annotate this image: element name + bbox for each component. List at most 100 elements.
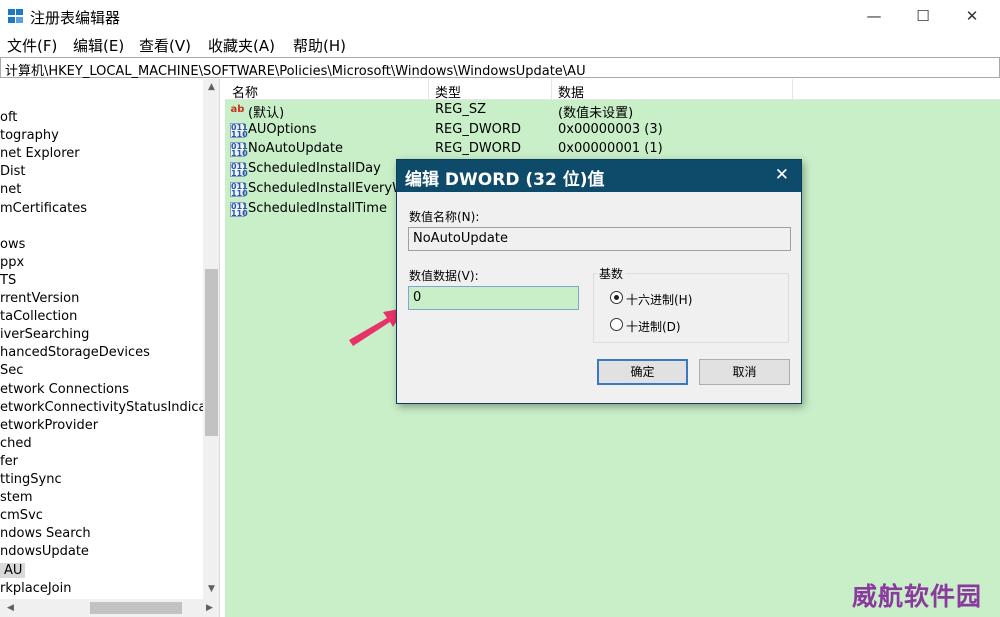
scroll-up-icon[interactable]: ▲ xyxy=(203,82,219,92)
tree-item-label: tography xyxy=(0,128,59,144)
value-name-text: NoAutoUpdate xyxy=(413,231,508,246)
tree-item-label: fer xyxy=(0,453,18,469)
tree-item[interactable]: ndowsUpdate xyxy=(0,543,89,561)
tree-item[interactable]: etworkConnectivityStatusIndicator xyxy=(0,399,220,417)
tree-item-label: etworkConnectivityStatusIndicator xyxy=(0,399,220,415)
dword-value-icon: 011 110 xyxy=(230,181,248,198)
menu-file[interactable]: 文件(F) xyxy=(7,35,57,56)
tree-item[interactable]: AU xyxy=(0,562,26,580)
dword-value-icon: 011 110 xyxy=(230,142,248,159)
tree-item-label: ched xyxy=(0,435,32,451)
column-divider[interactable] xyxy=(792,79,793,100)
title-bar: 注册表编辑器 — ☐ ✕ xyxy=(0,0,1000,32)
window-title: 注册表编辑器 xyxy=(30,9,121,27)
tree-item[interactable]: ows xyxy=(0,236,25,254)
value-data-input[interactable]: 0 xyxy=(408,286,579,310)
tree-hscroll-thumb[interactable] xyxy=(90,602,182,614)
menu-bar: 文件(F) 编辑(E) 查看(V) 收藏夹(A) 帮助(H) xyxy=(0,32,1000,56)
dialog-title: 编辑 DWORD (32 位)值 xyxy=(405,170,605,190)
tree-item[interactable]: TS xyxy=(0,272,16,290)
tree-scroll-thumb[interactable] xyxy=(205,269,218,436)
value-row[interactable]: 011 110 AUOptions REG_DWORD 0x00000003 (3) xyxy=(225,121,1000,141)
tree-item[interactable]: cmSvc xyxy=(0,507,43,525)
tree-horizontal-scrollbar[interactable]: ◀ ▶ xyxy=(0,599,219,617)
close-window-button[interactable]: ✕ xyxy=(948,0,996,32)
column-divider[interactable] xyxy=(428,79,429,100)
edit-dword-dialog: 编辑 DWORD (32 位)值 ✕ 数值名称(N): NoAutoUpdate… xyxy=(396,159,802,404)
column-header-type[interactable]: 类型 xyxy=(435,82,461,101)
tree-item-label: ows xyxy=(0,236,26,252)
tree-item-label: ppx xyxy=(0,254,25,270)
radio-decimal-label[interactable]: 十进制(D) xyxy=(626,318,681,335)
tree-item[interactable]: ttingSync xyxy=(0,471,62,489)
scroll-left-icon[interactable]: ◀ xyxy=(2,603,19,613)
tree-item[interactable]: etwork Connections xyxy=(0,381,129,399)
tree-item[interactable]: Dist xyxy=(0,163,26,181)
tree-item[interactable]: iverSearching xyxy=(0,326,89,344)
value-name: ScheduledInstallEveryWe xyxy=(248,180,413,196)
address-path: 计算机\HKEY_LOCAL_MACHINE\SOFTWARE\Policies… xyxy=(5,64,586,79)
tree-item-label: hancedStorageDevices xyxy=(0,345,150,361)
value-data: 0x00000001 (1) xyxy=(558,141,663,157)
ok-button[interactable]: 确定 xyxy=(597,359,688,385)
column-header-name[interactable]: 名称 xyxy=(232,82,258,101)
tree-item-label: oft xyxy=(0,110,18,125)
tree-item-label: etwork Connections xyxy=(0,381,130,397)
menu-view[interactable]: 查看(V) xyxy=(139,35,191,56)
tree-item[interactable]: etworkProvider xyxy=(0,417,98,435)
tree-item-label: etworkProvider xyxy=(0,417,99,433)
menu-favorites[interactable]: 收藏夹(A) xyxy=(208,35,275,56)
dialog-title-bar: 编辑 DWORD (32 位)值 ✕ xyxy=(397,160,801,192)
maximize-button[interactable]: ☐ xyxy=(899,0,947,32)
tree-item[interactable]: rrentVersion xyxy=(0,290,79,308)
value-row[interactable]: ab (默认) REG_SZ (数值未设置) xyxy=(225,101,1000,121)
tree-item[interactable]: Sec xyxy=(0,362,23,380)
address-bar[interactable]: 计算机\HKEY_LOCAL_MACHINE\SOFTWARE\Policies… xyxy=(0,57,1000,79)
value-type: REG_DWORD xyxy=(435,121,521,137)
watermark: 威航软件园 xyxy=(852,582,983,611)
tree-vertical-scrollbar[interactable]: ▲ ▼ xyxy=(203,79,219,599)
tree-item-label: rrentVersion xyxy=(0,291,80,306)
radio-hex-label[interactable]: 十六进制(H) xyxy=(626,291,692,308)
radio-hex[interactable] xyxy=(610,291,623,304)
tree-item[interactable]: oft xyxy=(0,109,17,127)
tree-item[interactable]: ched xyxy=(0,435,32,453)
tree-item[interactable]: net xyxy=(0,181,21,199)
tree-item[interactable]: mCertificates xyxy=(0,200,87,218)
tree-item[interactable]: tography xyxy=(0,127,59,145)
value-name-field: NoAutoUpdate xyxy=(408,227,791,251)
tree-item[interactable]: rkplaceJoin xyxy=(0,580,72,598)
tree-item[interactable]: net Explorer xyxy=(0,145,80,163)
tree-item-label: Dist xyxy=(0,164,26,180)
scroll-down-icon[interactable]: ▼ xyxy=(203,584,219,594)
minimize-button[interactable]: — xyxy=(850,0,898,32)
column-divider[interactable] xyxy=(551,79,552,100)
tree-item[interactable]: fer xyxy=(0,453,18,471)
tree-item-label: stem xyxy=(0,490,33,506)
menu-help[interactable]: 帮助(H) xyxy=(293,35,346,56)
tree-item[interactable]: ndows Search xyxy=(0,525,91,543)
tree-item-label: ttingSync xyxy=(0,472,62,487)
column-header-data[interactable]: 数据 xyxy=(558,82,584,101)
tree-item[interactable]: ppx xyxy=(0,254,24,272)
tree-item-label: TS xyxy=(0,272,17,288)
value-name: NoAutoUpdate xyxy=(248,141,343,157)
value-name: AUOptions xyxy=(248,121,317,137)
tree-item[interactable]: hancedStorageDevices xyxy=(0,344,150,362)
value-data-text: 0 xyxy=(413,290,422,305)
dword-value-icon: 011 110 xyxy=(230,201,248,218)
scroll-right-icon[interactable]: ▶ xyxy=(201,603,218,613)
tree-item[interactable]: taCollection xyxy=(0,308,77,326)
value-row[interactable]: 011 110 NoAutoUpdate REG_DWORD 0x00000001 (1… xyxy=(225,140,1000,160)
dword-value-icon: 011 110 xyxy=(230,162,248,179)
tree-item[interactable]: stem xyxy=(0,489,33,507)
radio-decimal[interactable] xyxy=(610,318,623,331)
tree-item-label: AU xyxy=(0,562,26,578)
tree-item-label: ndows Search xyxy=(0,526,91,542)
dialog-close-icon[interactable]: ✕ xyxy=(775,165,789,185)
cancel-button[interactable]: 取消 xyxy=(699,359,790,385)
base-label: 基数 xyxy=(597,265,626,282)
tree-item-label: iverSearching xyxy=(0,327,90,343)
menu-edit[interactable]: 编辑(E) xyxy=(73,35,124,56)
tree-item-label: taCollection xyxy=(0,309,78,325)
